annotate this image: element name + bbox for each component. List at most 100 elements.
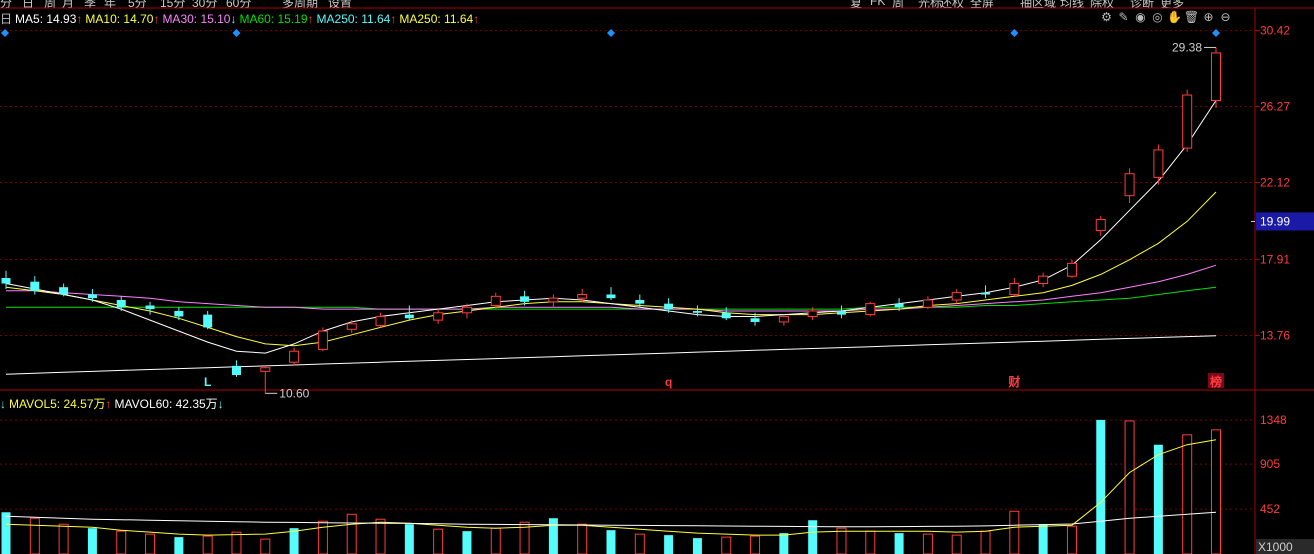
candle-body [836,310,846,315]
candle-body [375,315,386,327]
volume-bar [980,530,991,554]
ma250-line [5,335,1217,375]
high-price-label: 29.38 [1172,40,1202,54]
volume-bar [577,523,588,554]
candle-body [981,292,991,295]
candle-body [664,303,674,310]
candle-body [778,315,789,323]
candle-body [231,365,241,376]
candle-body [807,310,818,317]
candle-body [1009,283,1020,295]
volume-bar [289,528,299,554]
candle-body [203,314,213,328]
volume-bar [317,520,328,554]
candle-body [922,299,933,308]
candle-body [951,292,962,301]
volume-bar [664,535,674,554]
volume-bar [145,533,156,554]
volume-bar [779,533,789,554]
volume-bar [808,520,818,554]
volume-bar [922,533,933,554]
candle-body [404,314,414,319]
volume-bar [490,527,501,554]
candle-body [87,294,97,299]
event-marker: 财 [1007,374,1020,389]
candle-body [116,299,126,308]
volume-bar [174,537,184,554]
volume-bar [375,518,386,554]
event-diamond-icon [607,29,615,37]
volume-bar [1038,524,1048,554]
event-diamond-icon [1,29,9,37]
event-marker: L [204,375,211,389]
candle-body [145,305,155,310]
volume-bar [951,534,962,554]
candle-body [174,310,184,317]
volume-bar [692,538,702,554]
volume-bar [1182,434,1193,554]
volume-bar [87,528,97,554]
candle-body [59,287,69,295]
event-diamond-icon [232,29,241,37]
volume-bar [433,528,444,554]
volume-bar [1124,420,1135,554]
candle-body [692,310,702,313]
low-price-label: 10.60 [279,386,309,400]
volume-bar [836,527,847,554]
candle-body [317,330,328,350]
candle-body [1182,94,1193,149]
mavol60-line [5,511,1217,528]
candle-body [520,296,530,302]
stock-chart: 30.42 26.27 22.12 17.91 13.76 29.38 10.60 19.99… [0,7,1314,554]
candle-body [30,281,40,291]
volume-tick-label: 905 [1260,457,1280,471]
volume-bar [1096,419,1106,554]
volume-bar [1211,429,1221,554]
current-price-label: 19.99 [1260,214,1290,228]
volume-bar [116,530,127,554]
volume-bar [548,518,558,554]
candle-body [1,278,11,284]
event-marker: 榜 [1210,374,1222,389]
volume-bar [404,524,414,554]
volume-bar [1066,525,1077,554]
price-tick-label: 30.42 [1260,24,1290,38]
candle-body [490,295,501,306]
volume-bar [202,535,213,554]
candle-body [606,294,616,299]
candle-body [1153,149,1164,178]
price-tick-label: 13.76 [1260,328,1290,342]
price-tick-label: 17.91 [1260,253,1290,267]
ma10-line [5,191,1217,347]
candle-body [1066,262,1077,277]
candle-body [721,312,731,319]
candle-body [260,367,271,372]
candle-body [865,303,876,316]
volume-bar [634,533,645,554]
volume-bar [346,513,357,554]
ma5-line [5,100,1217,354]
candle-body [548,297,559,303]
event-marker: q [665,375,672,389]
candle-body [577,294,588,299]
volume-bar [462,531,472,554]
volume-bar [1009,510,1020,554]
price-tick-label: 26.27 [1260,100,1290,114]
candle-body [1038,275,1049,285]
volume-bar [260,538,271,554]
volume-bar [231,531,242,554]
volume-bar [29,517,40,554]
price-tick-label: 22.12 [1260,176,1290,190]
candle-body [1095,218,1106,231]
candle-body [635,299,645,304]
volume-bar [894,533,904,554]
volume-bar [1153,444,1163,554]
candle-body [1124,173,1135,197]
volume-bar [750,535,761,554]
volume-bar [606,530,616,554]
volume-bar [1,512,11,554]
candle-body [433,312,444,321]
event-diamond-icon [1212,29,1220,37]
volume-bar [721,536,732,554]
candle-body [289,350,300,363]
